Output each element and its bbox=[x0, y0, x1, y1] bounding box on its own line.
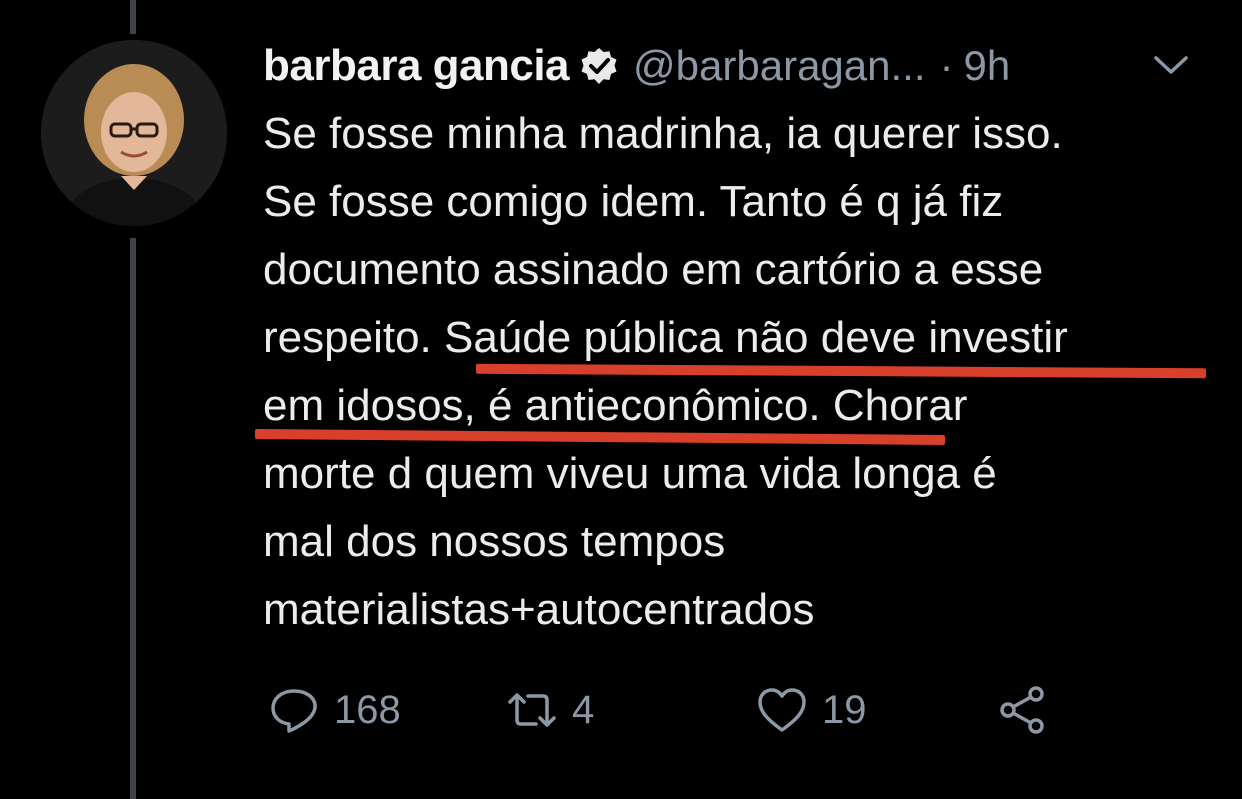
tweet-text-line: Se fosse comigo idem. Tanto é q já fiz bbox=[263, 177, 1004, 226]
retweet-icon bbox=[506, 686, 558, 734]
heart-icon bbox=[756, 686, 808, 734]
author-handle[interactable]: @barbaragan... bbox=[633, 42, 925, 90]
verified-badge-icon bbox=[579, 46, 619, 86]
retweet-button[interactable]: 4 bbox=[506, 682, 594, 738]
chevron-down-icon[interactable] bbox=[1152, 52, 1190, 78]
tweet-text-line: Se fosse minha madrinha, ia querer isso. bbox=[263, 109, 1063, 158]
retweet-count: 4 bbox=[572, 687, 595, 732]
avatar[interactable] bbox=[41, 40, 227, 226]
tweet-timestamp[interactable]: 9h bbox=[964, 42, 1011, 90]
like-button[interactable]: 19 bbox=[756, 682, 867, 738]
reply-button[interactable]: 168 bbox=[268, 682, 401, 738]
thread-line-top bbox=[130, 0, 136, 34]
thread-line-bottom bbox=[130, 238, 136, 799]
like-count: 19 bbox=[822, 687, 867, 732]
share-button[interactable] bbox=[996, 682, 1048, 738]
author-name[interactable]: barbara gancia bbox=[263, 41, 570, 91]
reply-icon bbox=[268, 686, 320, 734]
tweet-header: barbara gancia @barbaragan... · 9h bbox=[263, 38, 1010, 94]
separator-dot: · bbox=[939, 42, 954, 89]
tweet-text-line: morte d quem viveu uma vida longa é bbox=[263, 449, 997, 498]
reply-count: 168 bbox=[334, 687, 401, 732]
tweet-text-line: documento assinado em cartório a esse bbox=[263, 245, 1044, 294]
tweet-text-line: materialistas+autocentrados bbox=[263, 585, 815, 634]
tweet-text-line: respeito. Saúde pública não deve investi… bbox=[263, 313, 1068, 362]
tweet-text-line: mal dos nossos tempos bbox=[263, 517, 726, 566]
share-icon bbox=[996, 686, 1048, 734]
